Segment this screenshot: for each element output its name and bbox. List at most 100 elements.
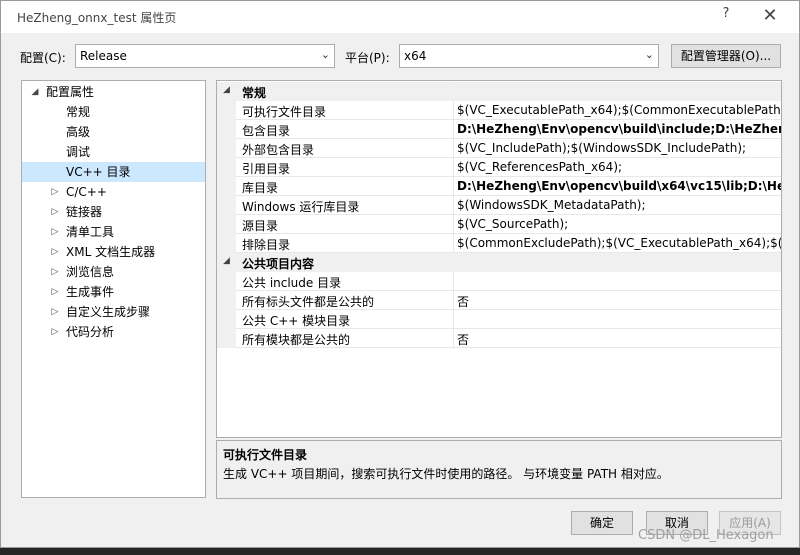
grid-row[interactable]: 源目录 $(VC_SourcePath); [217, 215, 781, 234]
tree-item-label: 清单工具 [66, 225, 115, 239]
grid-row[interactable]: 所有标头文件都是公共的 否 [217, 291, 781, 310]
grid-row-margin [217, 196, 236, 215]
tree-item-label: 代码分析 [66, 325, 115, 339]
grid-row[interactable]: 公共 include 目录 [217, 272, 781, 291]
property-value[interactable]: $(WindowsSDK_MetadataPath); [457, 198, 646, 212]
property-value[interactable]: 否 [457, 293, 469, 310]
grid-row-margin [217, 291, 236, 310]
grid-row[interactable]: 包含目录 D:\HeZheng\Env\opencv\build\include;… [217, 120, 781, 139]
tree-item-label: VC++ 目录 [66, 165, 131, 179]
property-name: 包含目录 [242, 124, 291, 138]
grid-row-margin [217, 177, 236, 196]
property-name: 库目录 [242, 181, 279, 195]
tree-item[interactable]: ▷ 浏览信息 [22, 262, 205, 282]
expand-triangle-icon[interactable]: ▷ [50, 242, 60, 262]
grid-row-margin [217, 272, 236, 291]
property-name: 可执行文件目录 [242, 105, 327, 119]
property-name: 引用目录 [242, 162, 291, 176]
row-divider [236, 347, 781, 348]
grid-row[interactable]: 可执行文件目录 $(VC_ExecutablePath_x64);$(Common… [217, 101, 781, 120]
tree-item-label: 浏览信息 [66, 265, 115, 279]
property-value[interactable]: $(VC_SourcePath); [457, 217, 568, 231]
tree-root[interactable]: ◢ 配置属性 [22, 82, 205, 102]
grid-row[interactable]: 库目录 D:\HeZheng\Env\opencv\build\x64\vc15\… [217, 177, 781, 196]
tree-item[interactable]: 高级 [22, 122, 205, 142]
tree-item[interactable]: ▷ 生成事件 [22, 282, 205, 302]
tree-item-label: C/C++ [66, 185, 107, 199]
property-tree[interactable]: ◢ 配置属性 常规高级调试 VC++ 目录 ▷ C/C++ ▷ 链接器 ▷ 清单工具 ▷ XML … [21, 80, 206, 498]
config-manager-button[interactable]: 配置管理器(O)... [671, 44, 781, 68]
property-value[interactable]: $(VC_ExecutablePath_x64);$(CommonExecuta… [457, 103, 781, 117]
property-name: 排除目录 [242, 238, 291, 252]
property-value[interactable]: $(VC_ReferencesPath_x64); [457, 160, 622, 174]
grid-row-margin [217, 120, 236, 139]
tree-item-label: 常规 [66, 105, 91, 119]
property-value[interactable]: $(VC_IncludePath);$(WindowsSDK_IncludePa… [457, 141, 746, 155]
collapse-triangle-icon[interactable]: ◢ [223, 256, 230, 266]
tree-item[interactable]: ▷ 清单工具 [22, 222, 205, 242]
property-name: 所有模块都是公共的 [242, 333, 351, 347]
grid-row-margin [217, 101, 236, 120]
chevron-down-icon: ⌄ [644, 48, 654, 61]
tree-item[interactable]: ▷ XML 文档生成器 [22, 242, 205, 262]
grid-category-name: 常规 [242, 86, 267, 100]
property-value[interactable]: D:\HeZheng\Env\opencv\build\include;D:\H… [457, 122, 781, 136]
expand-triangle-icon[interactable]: ▷ [50, 282, 60, 302]
property-pages-dialog: HeZheng_onnx_test 属性页 ? ✕ 配置(C): Release… [0, 0, 800, 548]
tree-item[interactable]: ▷ 链接器 [22, 202, 205, 222]
chevron-down-icon: ⌄ [320, 48, 330, 61]
tree-root-label: 配置属性 [46, 85, 95, 99]
tree-item[interactable]: ▷ C/C++ [22, 182, 205, 202]
grid-category[interactable]: ◢ 公共项目内容 [217, 253, 781, 272]
collapse-triangle-icon[interactable]: ◢ [223, 85, 230, 95]
description-text: 生成 VC++ 项目期间，搜索可执行文件时使用的路径。 与环境变量 PATH 相… [223, 467, 669, 481]
description-panel: 可执行文件目录 生成 VC++ 项目期间，搜索可执行文件时使用的路径。 与环境变… [216, 440, 782, 499]
grid-row[interactable]: 所有模块都是公共的 否 [217, 329, 781, 348]
tree-item[interactable]: 调试 [22, 142, 205, 162]
tree-item[interactable]: ▷ 自定义生成步骤 [22, 302, 205, 322]
watermark: CSDN @DL_Hexagon [638, 528, 774, 543]
platform-select-value: x64 [404, 49, 427, 63]
tree-item[interactable]: 常规 [22, 102, 205, 122]
grid-row[interactable]: 排除目录 $(CommonExcludePath);$(VC_Executable… [217, 234, 781, 253]
grid-row-margin [217, 310, 236, 329]
property-value[interactable]: $(CommonExcludePath);$(VC_ExecutablePath… [457, 236, 781, 250]
grid-row-margin [217, 329, 236, 348]
tree-item-label: 链接器 [66, 205, 103, 219]
grid-row[interactable]: Windows 运行库目录 $(WindowsSDK_MetadataPath); [217, 196, 781, 215]
description-title: 可执行文件目录 [223, 448, 308, 462]
expand-triangle-icon[interactable]: ▷ [50, 222, 60, 242]
grid-row-margin [217, 158, 236, 177]
help-icon[interactable]: ? [717, 6, 735, 26]
platform-label: 平台(P): [345, 51, 390, 65]
close-icon[interactable]: ✕ [759, 4, 781, 28]
property-grid[interactable]: ◢ 常规可执行文件目录 $(VC_ExecutablePath_x64);$(Com… [216, 80, 782, 438]
grid-row[interactable]: 引用目录 $(VC_ReferencesPath_x64); [217, 158, 781, 177]
expand-triangle-icon[interactable]: ▷ [50, 322, 60, 342]
property-value[interactable]: 否 [457, 331, 469, 348]
grid-row[interactable]: 公共 C++ 模块目录 [217, 310, 781, 329]
property-value[interactable]: D:\HeZheng\Env\opencv\build\x64\vc15\lib… [457, 179, 781, 193]
expand-triangle-icon[interactable]: ▷ [50, 262, 60, 282]
property-name: 源目录 [242, 219, 279, 233]
grid-category[interactable]: ◢ 常规 [217, 82, 781, 101]
config-select[interactable]: Release ⌄ [75, 44, 335, 68]
ok-button[interactable]: 确定 [571, 511, 633, 535]
config-label: 配置(C): [20, 51, 66, 65]
grid-row-margin [217, 215, 236, 234]
property-name: Windows 运行库目录 [242, 200, 360, 214]
tree-item[interactable]: VC++ 目录 [22, 162, 205, 182]
expand-triangle-icon[interactable]: ▷ [50, 182, 60, 202]
tree-item[interactable]: ▷ 代码分析 [22, 322, 205, 342]
grid-row-margin [217, 234, 236, 253]
tree-item-label: 高级 [66, 125, 91, 139]
expand-triangle-icon[interactable]: ▷ [50, 302, 60, 322]
collapse-triangle-icon[interactable]: ◢ [30, 82, 40, 102]
expand-triangle-icon[interactable]: ▷ [50, 202, 60, 222]
grid-row[interactable]: 外部包含目录 $(VC_IncludePath);$(WindowsSDK_Inc… [217, 139, 781, 158]
property-name: 所有标头文件都是公共的 [242, 295, 375, 309]
grid-row-margin [217, 139, 236, 158]
platform-select[interactable]: x64 ⌄ [399, 44, 659, 68]
grid-category-name: 公共项目内容 [242, 257, 315, 271]
property-name: 外部包含目录 [242, 143, 315, 157]
